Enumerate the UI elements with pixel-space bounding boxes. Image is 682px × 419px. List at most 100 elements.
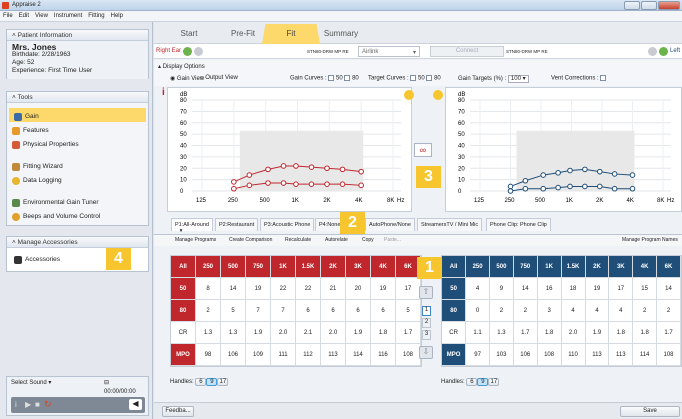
left-col-header[interactable]: 500 <box>490 256 514 278</box>
left-table-cell[interactable]: 113 <box>585 344 610 366</box>
left-handle-6[interactable]: 6 <box>466 378 478 386</box>
menu-instrument[interactable]: Instrument <box>51 11 85 19</box>
tool-environmental-gain-tuner[interactable]: Environmental Gain Tuner <box>7 194 148 208</box>
tool-features[interactable]: Features <box>7 122 148 136</box>
right-table-cell[interactable]: 2 <box>196 300 221 322</box>
right-table-cell[interactable]: 1.7 <box>396 322 421 344</box>
program-tab-p2[interactable]: P2:Restaurant <box>215 218 259 231</box>
select-sound-dropdown[interactable]: Select Sound ▾ <box>7 377 148 388</box>
autorelate-action[interactable]: Autorelate <box>325 237 348 243</box>
right-table-cell[interactable]: 2.0 <box>271 322 296 344</box>
right-table-cell[interactable]: 7 <box>246 300 271 322</box>
program-tab-autophone[interactable]: AutoPhone/None <box>365 218 415 231</box>
right-table-cell[interactable]: 98 <box>196 344 221 366</box>
create-comparison-action[interactable]: Create Comparison <box>229 237 272 243</box>
right-table-cell[interactable]: 20 <box>346 278 371 300</box>
right-col-header[interactable]: 1K <box>271 256 296 278</box>
left-table-cell[interactable]: 3 <box>537 300 562 322</box>
right-handle-9[interactable]: 9 <box>206 378 218 386</box>
right-col-header[interactable]: 4K <box>371 256 396 278</box>
right-table-cell[interactable]: 112 <box>296 344 321 366</box>
program-tab-p1[interactable]: P1:All-Around ▾ <box>171 218 213 234</box>
connect-button[interactable]: Connect <box>430 46 504 57</box>
recalculate-action[interactable]: Recalculate <box>285 237 311 243</box>
right-table-cell[interactable]: 111 <box>271 344 296 366</box>
right-table-cell[interactable]: 6 <box>296 300 321 322</box>
right-row-label[interactable]: 50 <box>171 278 196 300</box>
right-speaker-icon[interactable] <box>404 90 414 100</box>
left-table-cell[interactable]: 0 <box>466 300 490 322</box>
left-table-cell[interactable]: 1.7 <box>513 322 538 344</box>
play-icon[interactable]: ▶ <box>25 400 31 409</box>
right-table-cell[interactable]: 22 <box>296 278 321 300</box>
right-handle-6[interactable]: 6 <box>195 378 207 386</box>
feedback-button[interactable]: Feedba... <box>162 406 194 417</box>
tool-gain[interactable]: Gain <box>9 108 146 122</box>
patient-panel-header[interactable]: ˄ Patient Information <box>7 30 148 41</box>
right-table-cell[interactable]: 113 <box>321 344 346 366</box>
right-table-cell[interactable]: 19 <box>371 278 396 300</box>
left-col-header[interactable]: 4K <box>633 256 658 278</box>
left-power-icon[interactable] <box>648 47 657 56</box>
left-table-cell[interactable]: 4 <box>466 278 490 300</box>
left-col-header[interactable]: 250 <box>466 256 490 278</box>
left-table-cell[interactable]: 19 <box>585 278 610 300</box>
tab-start[interactable]: Start <box>164 24 214 44</box>
left-ear-status-icon[interactable] <box>659 47 668 56</box>
left-col-header[interactable]: All <box>442 256 467 278</box>
right-table-cell[interactable]: 21 <box>321 278 346 300</box>
output-view-radio[interactable]: ○ Output View <box>200 75 238 81</box>
left-table-cell[interactable]: 4 <box>609 300 634 322</box>
right-table-cell[interactable]: 1.3 <box>196 322 221 344</box>
copy-action[interactable]: Copy <box>362 237 374 243</box>
right-table-cell[interactable]: 19 <box>246 278 271 300</box>
right-table-cell[interactable]: 2.1 <box>296 322 321 344</box>
left-table-cell[interactable]: 1.8 <box>633 322 658 344</box>
right-table-cell[interactable]: 5 <box>396 300 421 322</box>
left-table-cell[interactable]: 103 <box>490 344 514 366</box>
tab-summary[interactable]: Summary <box>310 24 372 44</box>
left-table-cell[interactable]: 14 <box>513 278 538 300</box>
info-icon[interactable]: i <box>15 400 17 409</box>
left-table-cell[interactable]: 1.3 <box>490 322 514 344</box>
left-col-header[interactable]: 1K <box>537 256 562 278</box>
left-row-label[interactable]: MPO <box>442 344 467 366</box>
right-col-header[interactable]: 1.5K <box>296 256 321 278</box>
right-col-header[interactable]: All <box>171 256 196 278</box>
left-table-cell[interactable]: 97 <box>466 344 490 366</box>
left-table-cell[interactable]: 1.8 <box>609 322 634 344</box>
right-col-header[interactable]: 3K <box>346 256 371 278</box>
right-handle-17[interactable]: 17 <box>217 378 229 386</box>
right-table-cell[interactable]: 6 <box>346 300 371 322</box>
left-col-header[interactable]: 1.5K <box>561 256 586 278</box>
tools-panel-header[interactable]: ˄ Tools <box>7 92 148 103</box>
left-table-cell[interactable]: 17 <box>609 278 634 300</box>
right-row-label[interactable]: CR <box>171 322 196 344</box>
vent-corrections-checkbox[interactable] <box>600 75 607 81</box>
gain-curve-50-checkbox[interactable] <box>328 75 335 81</box>
left-col-header[interactable]: 3K <box>609 256 634 278</box>
left-table-cell[interactable]: 16 <box>537 278 562 300</box>
step-2-button[interactable]: 2 <box>422 318 431 328</box>
left-col-header[interactable]: 6K <box>657 256 681 278</box>
left-table-cell[interactable]: 1.8 <box>537 322 562 344</box>
right-power-icon[interactable] <box>194 47 203 56</box>
left-table-cell[interactable]: 1.9 <box>585 322 610 344</box>
right-table-cell[interactable]: 109 <box>246 344 271 366</box>
volume-icon[interactable]: ◀ <box>129 399 142 410</box>
menu-view[interactable]: View <box>32 11 51 19</box>
left-table-cell[interactable]: 106 <box>513 344 538 366</box>
maximize-button[interactable] <box>641 1 657 10</box>
left-speaker-icon[interactable] <box>433 90 443 100</box>
target-curve-80-checkbox[interactable] <box>426 75 433 81</box>
gain-curve-80-checkbox[interactable] <box>344 75 351 81</box>
right-col-header[interactable]: 750 <box>246 256 271 278</box>
left-col-header[interactable]: 2K <box>585 256 610 278</box>
tool-data-logging[interactable]: Data Logging <box>7 172 148 186</box>
left-table-cell[interactable]: 110 <box>561 344 586 366</box>
left-table-cell[interactable]: 15 <box>633 278 658 300</box>
manage-programs-action[interactable]: Manage Programs <box>175 237 216 243</box>
left-table-cell[interactable]: 14 <box>657 278 681 300</box>
left-table-cell[interactable]: 2 <box>657 300 681 322</box>
left-table-cell[interactable]: 2 <box>513 300 538 322</box>
